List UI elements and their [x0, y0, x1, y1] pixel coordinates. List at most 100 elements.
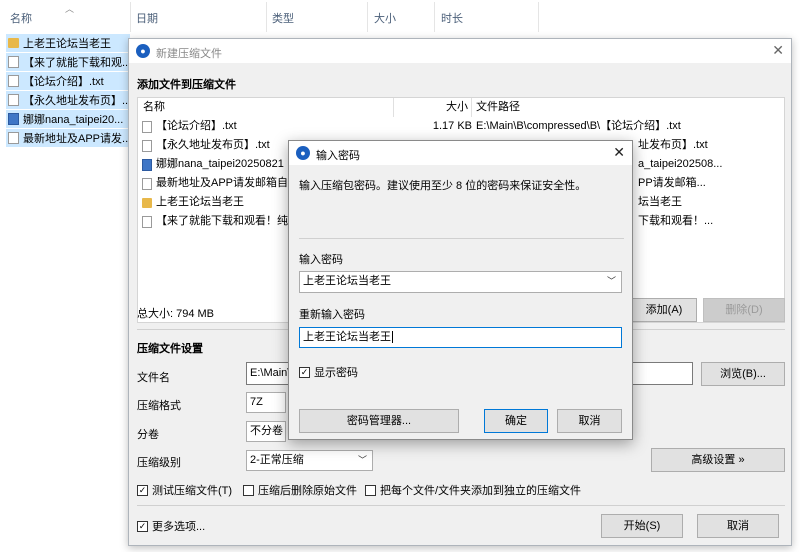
document-icon	[142, 120, 152, 133]
row-size: 1.17 KB	[432, 120, 472, 132]
explorer-file-name: 【论坛介绍】.txt	[23, 76, 104, 88]
password-input[interactable]: 上老王论坛当老王 ﹀	[299, 271, 622, 293]
column-separator[interactable]	[393, 98, 394, 117]
explorer-header: ︿ 名称 日期 类型 大小 时长	[0, 0, 800, 34]
checkbox-checked-icon: ✓	[299, 366, 310, 378]
column-separator[interactable]	[367, 2, 368, 32]
column-separator[interactable]	[266, 2, 267, 32]
explorer-file-name: 【永久地址发布页】...	[23, 95, 130, 107]
password-value: 上老王论坛当老王	[303, 275, 391, 287]
column-separator[interactable]	[434, 2, 435, 32]
explorer-file-name: 娜娜nana_taipei20...	[23, 114, 124, 126]
add-files-heading: 添加文件到压缩文件	[137, 79, 236, 91]
add-button[interactable]: 添加(A)	[631, 298, 697, 322]
ok-button[interactable]: 确定	[484, 409, 548, 433]
explorer-file-row[interactable]: 【来了就能下载和观...	[6, 53, 130, 71]
delete-button[interactable]: 删除(D)	[703, 298, 785, 322]
reenter-password-value: 上老王论坛当老王	[303, 331, 391, 343]
level-label: 压缩级别	[137, 457, 181, 469]
divider	[299, 238, 624, 239]
explorer-file-row[interactable]: 上老王论坛当老王	[6, 34, 130, 52]
close-icon[interactable]: ✕	[772, 42, 784, 59]
checkbox-checked-icon: ✓	[137, 484, 148, 496]
advanced-settings-button[interactable]: 高级设置 »	[651, 448, 785, 472]
format-select[interactable]: 7Z	[246, 392, 286, 413]
separate-archives-checkbox[interactable]: 把每个文件/文件夹添加到独立的压缩文件	[365, 482, 581, 498]
document-icon	[8, 56, 19, 68]
document-icon	[8, 94, 19, 106]
start-button[interactable]: 开始(S)	[601, 514, 683, 538]
column-header-name[interactable]: 名称	[10, 10, 32, 26]
format-label: 压缩格式	[137, 400, 181, 412]
separate-archives-label: 把每个文件/文件夹添加到独立的压缩文件	[380, 485, 582, 497]
table-row[interactable]: 【论坛介绍】.txt 1.17 KB E:\Main\B\compressed\…	[138, 117, 784, 136]
delete-after-checkbox[interactable]: 压缩后删除原始文件	[243, 482, 357, 498]
test-archive-checkbox[interactable]: ✓ 测试压缩文件(T)	[137, 482, 232, 498]
column-separator[interactable]	[538, 2, 539, 32]
document-icon	[142, 177, 152, 190]
total-size-label: 总大小: 794 MB	[137, 308, 215, 320]
app-logo-icon: ●	[296, 146, 310, 160]
filename-label: 文件名	[137, 372, 170, 384]
image-icon	[8, 113, 19, 125]
column-header-type[interactable]: 类型	[272, 10, 294, 26]
sort-ascending-icon: ︿	[65, 4, 75, 14]
checkbox-unchecked-icon	[243, 484, 254, 496]
password-dialog: ● 输入密码 ✕ 输入压缩包密码。建议使用至少 8 位的密码来保证安全性。 输入…	[288, 140, 633, 440]
table-header-name[interactable]: 名称	[143, 98, 165, 117]
more-options-checkbox[interactable]: ✓ 更多选项...	[137, 518, 205, 534]
explorer-file-name: 最新地址及APP请发...	[23, 133, 130, 145]
dialog-title: 输入密码	[316, 150, 360, 162]
column-separator[interactable]	[130, 2, 131, 32]
explorer-file-row[interactable]: 【永久地址发布页】...	[6, 91, 130, 109]
cancel-button[interactable]: 取消	[697, 514, 779, 538]
level-select[interactable]: 2-正常压缩 ﹀	[246, 450, 373, 471]
text-cursor	[392, 331, 393, 343]
row-name: 【来了就能下载和观看！纯免	[156, 215, 299, 227]
row-path: a_taipei202508...	[638, 158, 723, 170]
column-header-duration[interactable]: 时长	[441, 10, 463, 26]
close-icon[interactable]: ✕	[613, 144, 625, 161]
split-select[interactable]: 不分卷	[246, 421, 286, 442]
explorer-file-row[interactable]: 【论坛介绍】.txt	[6, 72, 130, 90]
document-icon	[142, 139, 152, 152]
document-icon	[142, 215, 152, 228]
column-header-date[interactable]: 日期	[136, 10, 158, 26]
row-name: 【永久地址发布页】.txt	[156, 139, 270, 151]
row-name: 【论坛介绍】.txt	[156, 120, 237, 132]
column-separator[interactable]	[471, 98, 472, 117]
column-header-size[interactable]: 大小	[374, 10, 396, 26]
split-value: 不分卷	[250, 425, 283, 437]
password-manager-button[interactable]: 密码管理器...	[299, 409, 459, 433]
reenter-password-input[interactable]: 上老王论坛当老王	[299, 327, 622, 348]
divider	[137, 505, 785, 506]
table-header-size[interactable]: 大小	[438, 98, 468, 117]
format-value: 7Z	[250, 396, 263, 408]
document-icon	[8, 75, 19, 87]
show-password-checkbox[interactable]: ✓ 显示密码	[299, 364, 358, 380]
explorer-file-name: 上老王论坛当老王	[23, 38, 111, 50]
explorer-file-list: 上老王论坛当老王 【来了就能下载和观... 【论坛介绍】.txt 【永久地址发布…	[6, 34, 130, 148]
password-description: 输入压缩包密码。建议使用至少 8 位的密码来保证安全性。	[299, 180, 587, 192]
dialog-title: 新建压缩文件	[156, 48, 222, 60]
explorer-file-row[interactable]: 最新地址及APP请发...	[6, 129, 130, 147]
image-icon	[142, 158, 152, 171]
folder-icon	[8, 38, 19, 48]
chevron-down-icon: ﹀	[606, 276, 616, 286]
reenter-password-label: 重新输入密码	[299, 309, 365, 321]
dialog-titlebar[interactable]: ● 输入密码 ✕	[289, 141, 632, 165]
dialog-titlebar[interactable]: ● 新建压缩文件 ✕	[129, 39, 791, 63]
delete-after-label: 压缩后删除原始文件	[258, 485, 357, 497]
split-label: 分卷	[137, 429, 159, 441]
row-name: 上老王论坛当老王	[156, 196, 244, 208]
cancel-button[interactable]: 取消	[557, 409, 622, 433]
row-path: 址发布页】.txt	[638, 139, 708, 151]
table-header-path[interactable]: 文件路径	[476, 98, 520, 117]
row-path: PP请发邮箱...	[638, 177, 706, 189]
explorer-file-row[interactable]: 娜娜nana_taipei20...	[6, 110, 130, 128]
browse-button[interactable]: 浏览(B)...	[701, 362, 785, 386]
explorer-file-name: 【来了就能下载和观...	[23, 57, 130, 69]
archive-settings-heading: 压缩文件设置	[137, 343, 203, 355]
enter-password-label: 输入密码	[299, 254, 343, 266]
level-value: 2-正常压缩	[250, 454, 304, 466]
